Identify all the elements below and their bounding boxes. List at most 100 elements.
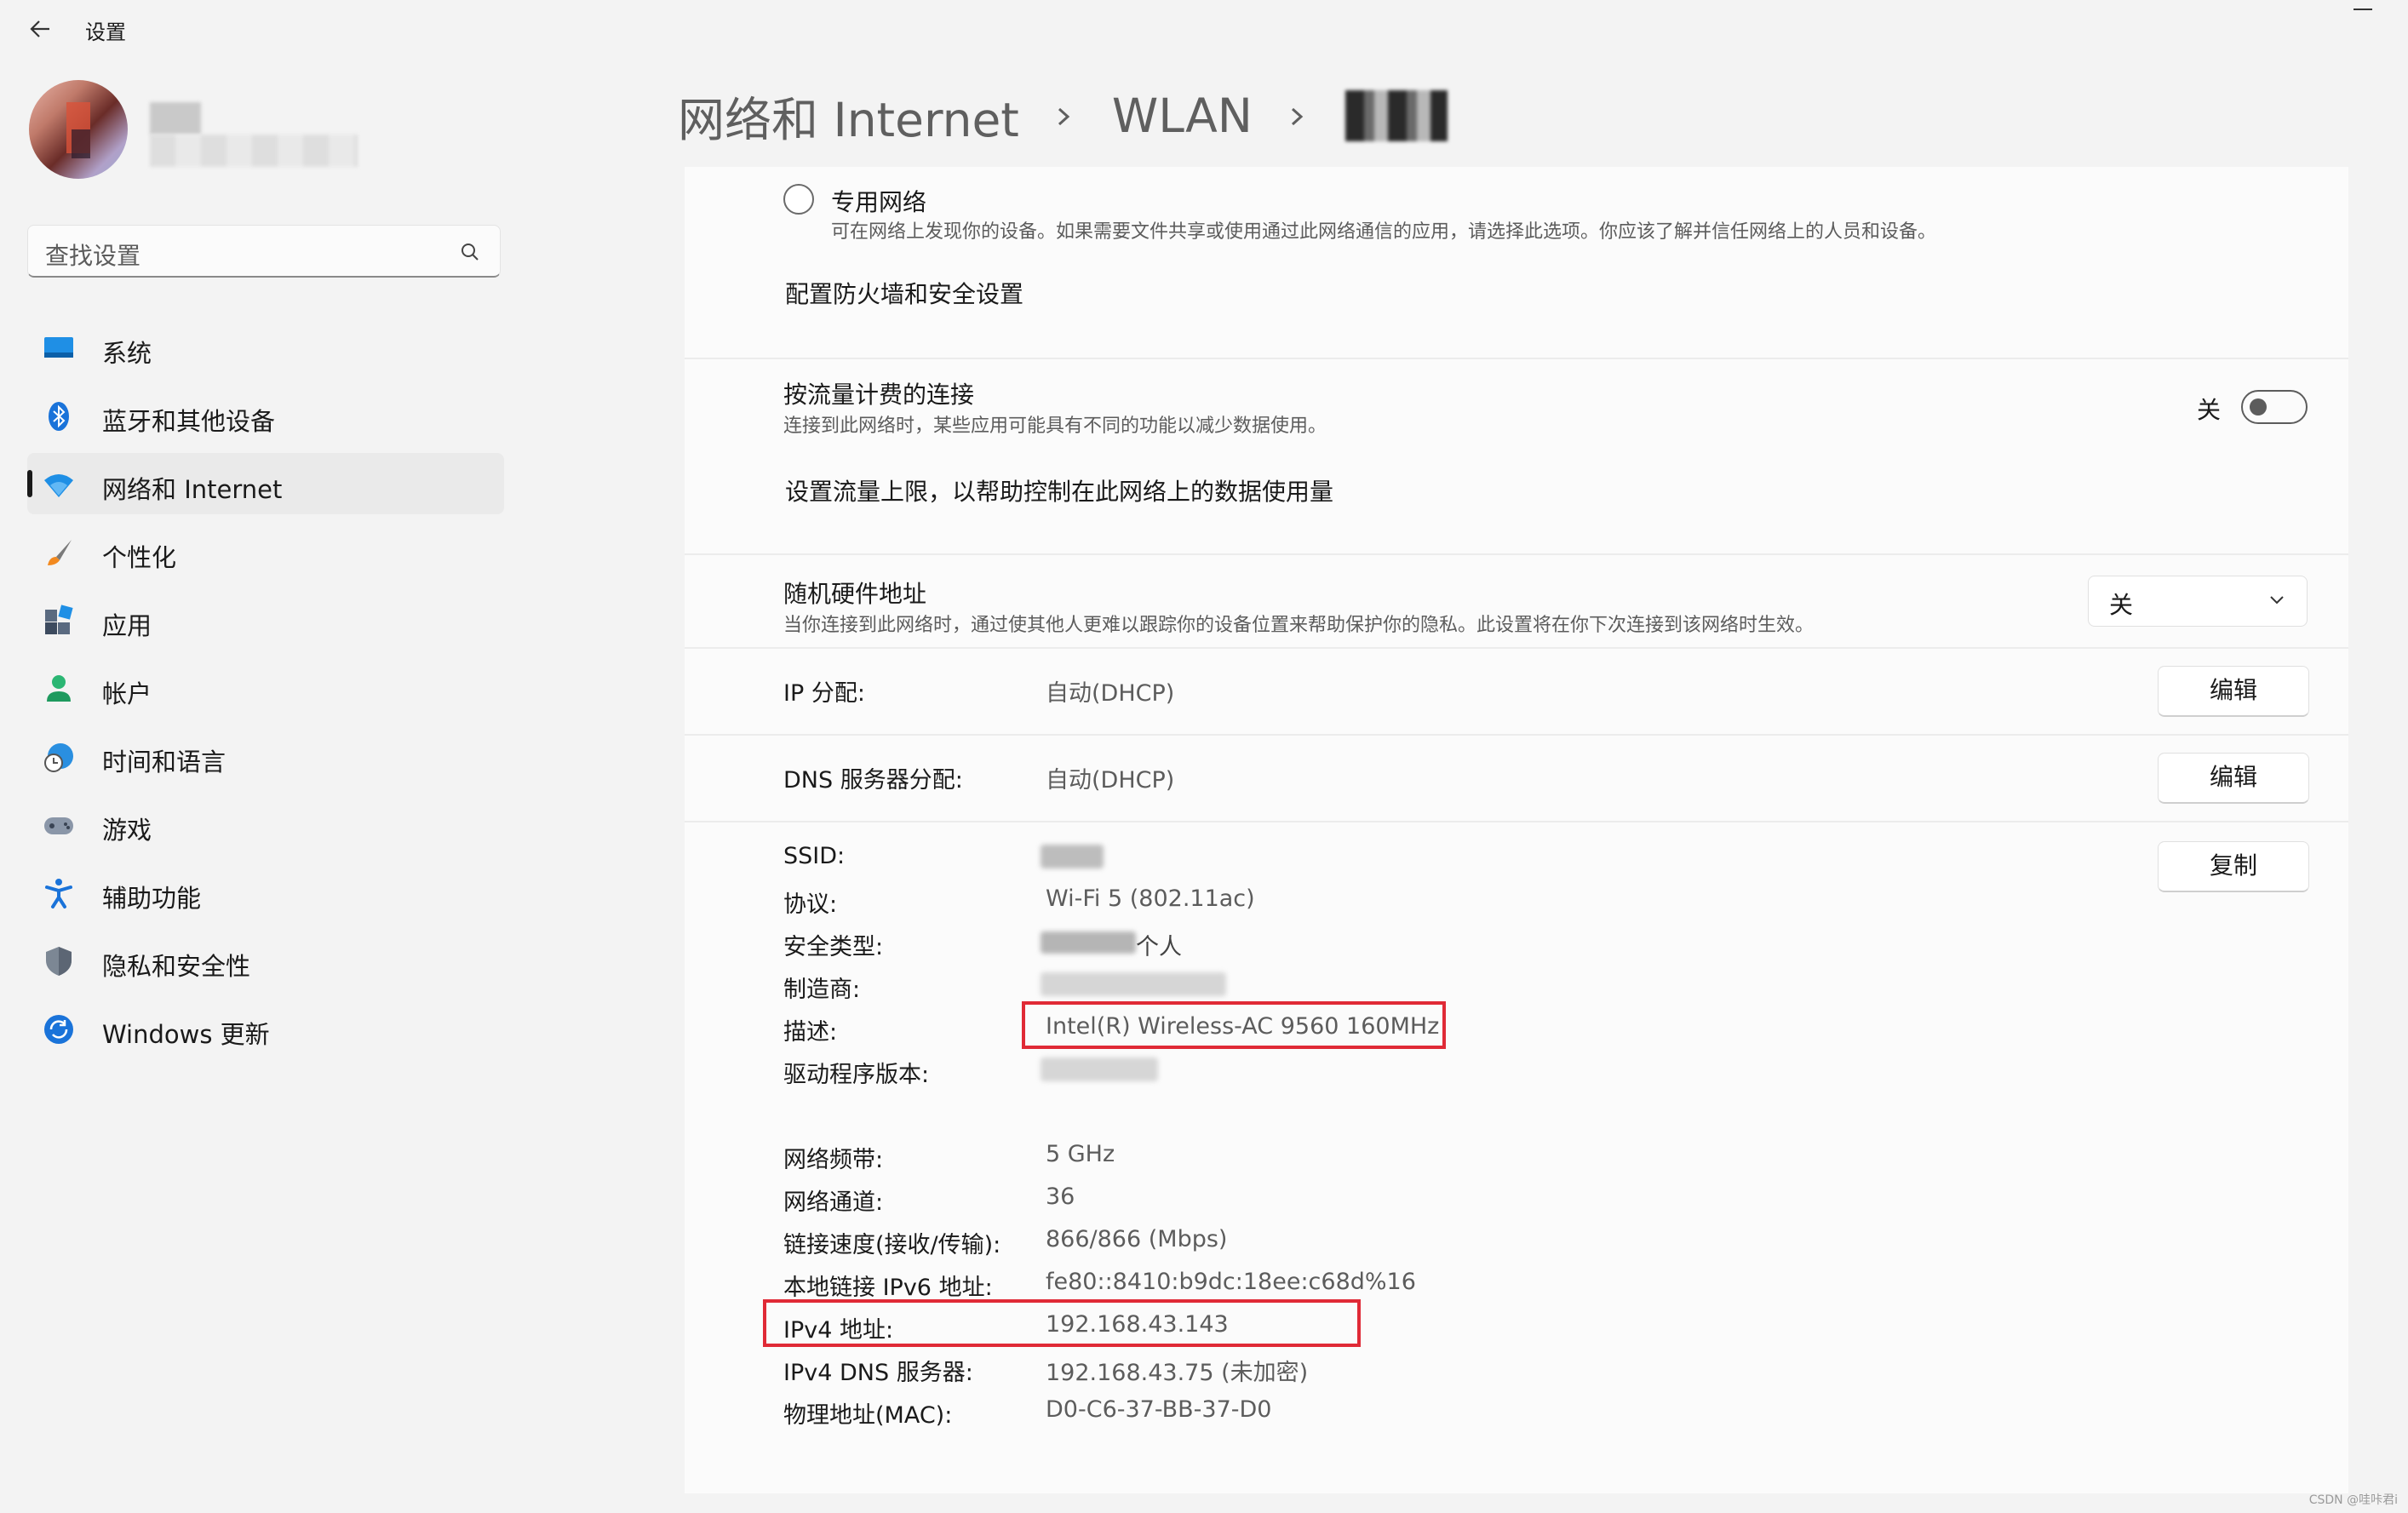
brush-icon xyxy=(48,540,72,565)
sidebar-item-network[interactable]: 网络和 Internet xyxy=(27,453,504,514)
avatar[interactable] xyxy=(29,80,128,179)
private-network-title: 专用网络 xyxy=(831,188,927,216)
link-speed-label: 链接速度(接收/传输): xyxy=(783,1232,1001,1258)
manufacturer-label: 制造商: xyxy=(783,977,861,1003)
sidebar-item-label: Windows 更新 xyxy=(102,1020,270,1049)
security-value-suffix: 个人 xyxy=(1136,934,1182,960)
metered-toggle-state: 关 xyxy=(2197,396,2222,424)
ipv4-dns-value: 192.168.43.75 (未加密) xyxy=(1046,1360,1309,1386)
ssid-value-redacted xyxy=(1041,845,1104,868)
metered-desc: 连接到此网络时，某些应用可能具有不同的功能以减少数据使用。 xyxy=(783,416,1327,437)
private-network-radio[interactable] xyxy=(783,184,814,215)
band-value: 5 GHz xyxy=(1046,1141,1115,1167)
random-mac-desc: 当你连接到此网络时，通过使其他人更难以跟踪你的设备位置来帮助保护你的隐私。此设置… xyxy=(783,615,1815,636)
sidebar-item-gaming[interactable]: 游戏 xyxy=(27,794,504,855)
search-icon xyxy=(462,244,479,261)
user-email-redacted xyxy=(150,135,358,167)
dns-assignment-card: DNS 服务器分配: 自动(DHCP) 编辑 xyxy=(685,736,2348,821)
ipv6-value: fe80::8410:b9dc:18ee:c68d%16 xyxy=(1046,1269,1416,1295)
copy-button[interactable]: 复制 xyxy=(2158,841,2309,892)
chevron-right-icon xyxy=(1267,99,1330,133)
ipv6-label: 本地链接 IPv6 地址: xyxy=(783,1275,993,1301)
ip-assignment-card: IP 分配: 自动(DHCP) 编辑 xyxy=(685,649,2348,734)
mac-value: D0-C6-37-BB-37-D0 xyxy=(1046,1396,1272,1423)
back-arrow-icon xyxy=(30,20,49,37)
channel-value: 36 xyxy=(1046,1183,1075,1210)
channel-label: 网络通道: xyxy=(783,1189,884,1216)
network-profile-card: 专用网络 可在网络上发现你的设备。如果需要文件共享或使用通过此网络通信的应用，请… xyxy=(685,167,2348,358)
driver-version-redacted xyxy=(1041,1057,1158,1081)
app-title: 设置 xyxy=(85,20,126,44)
minimize-button[interactable] xyxy=(2354,9,2374,12)
protocol-value: Wi-Fi 5 (802.11ac) xyxy=(1046,885,1255,912)
security-label: 安全类型: xyxy=(783,934,884,960)
sidebar-item-label: 辅助功能 xyxy=(102,884,202,913)
sidebar-item-label: 个性化 xyxy=(102,543,177,572)
sidebar-item-accounts[interactable]: 帐户 xyxy=(27,657,504,719)
system-icon xyxy=(44,337,73,358)
metered-title: 按流量计费的连接 xyxy=(783,381,975,409)
network-properties-panel: 专用网络 可在网络上发现你的设备。如果需要文件共享或使用通过此网络通信的应用，请… xyxy=(685,167,2348,1493)
sidebar-item-privacy[interactable]: 隐私和安全性 xyxy=(27,930,504,991)
ipv4-highlight-box xyxy=(763,1299,1361,1347)
random-mac-dropdown-value: 关 xyxy=(2109,591,2134,619)
shield-icon xyxy=(46,947,72,976)
private-network-desc: 可在网络上发现你的设备。如果需要文件共享或使用通过此网络通信的应用，请选择此选项… xyxy=(831,221,1937,243)
gamepad-icon xyxy=(44,817,73,834)
sidebar-item-label: 应用 xyxy=(102,611,152,640)
sidebar-item-label: 系统 xyxy=(102,339,152,368)
sidebar-item-bluetooth[interactable]: 蓝牙和其他设备 xyxy=(27,385,504,446)
search-input[interactable]: 查找设置 xyxy=(27,225,501,278)
sidebar-item-time-language[interactable]: 时间和语言 xyxy=(27,725,504,787)
apps-icon xyxy=(45,605,73,634)
breadcrumb: 网络和 Internet WLAN xyxy=(678,82,1448,147)
search-placeholder: 查找设置 xyxy=(45,242,141,270)
breadcrumb-network-name-redacted xyxy=(1344,90,1448,141)
dns-assignment-label: DNS 服务器分配: xyxy=(783,767,963,794)
band-label: 网络频带: xyxy=(783,1147,884,1173)
sidebar-item-label: 游戏 xyxy=(102,816,152,845)
ip-assignment-value: 自动(DHCP) xyxy=(1046,680,1175,707)
sidebar-item-label: 网络和 Internet xyxy=(102,475,283,504)
description-label: 描述: xyxy=(783,1019,838,1046)
sidebar-item-windows-update[interactable]: Windows 更新 xyxy=(27,998,504,1059)
account-icon xyxy=(47,675,71,702)
sidebar-item-label: 隐私和安全性 xyxy=(102,952,251,981)
accessibility-icon xyxy=(45,879,72,908)
random-mac-card: 随机硬件地址 当你连接到此网络时，通过使其他人更难以跟踪你的设备位置来帮助保护你… xyxy=(685,555,2348,647)
chevron-down-icon xyxy=(2270,596,2284,605)
random-mac-dropdown[interactable]: 关 xyxy=(2088,576,2308,627)
edit-dns-button[interactable]: 编辑 xyxy=(2158,753,2309,804)
clock-globe-icon xyxy=(44,743,73,772)
sidebar-item-label: 帐户 xyxy=(102,679,152,708)
metered-connection-card: 按流量计费的连接 连接到此网络时，某些应用可能具有不同的功能以减少数据使用。 关… xyxy=(685,359,2348,553)
driver-version-label: 驱动程序版本: xyxy=(783,1062,930,1088)
dns-assignment-value: 自动(DHCP) xyxy=(1046,767,1175,794)
breadcrumb-wlan-link[interactable]: WLAN xyxy=(1112,89,1253,143)
back-button[interactable] xyxy=(24,12,58,46)
bluetooth-icon xyxy=(49,402,69,431)
sidebar-item-accessibility[interactable]: 辅助功能 xyxy=(27,862,504,923)
random-mac-title: 随机硬件地址 xyxy=(783,580,927,608)
sidebar-item-label: 蓝牙和其他设备 xyxy=(102,407,276,436)
metered-toggle[interactable] xyxy=(2241,390,2308,424)
link-speed-value: 866/866 (Mbps) xyxy=(1046,1226,1228,1252)
chevron-right-icon xyxy=(1034,99,1097,133)
properties-card: 复制 SSID: 协议: Wi-Fi 5 (802.11ac) 安全类型: 个人… xyxy=(685,822,2348,1493)
ssid-label: SSID: xyxy=(783,843,846,869)
user-name-redacted xyxy=(150,102,201,135)
sidebar-item-system[interactable]: 系统 xyxy=(27,317,504,378)
sidebar-item-apps[interactable]: 应用 xyxy=(27,589,504,650)
breadcrumb-network-link[interactable]: 网络和 Internet xyxy=(678,82,1019,150)
security-value-redacted xyxy=(1041,931,1136,954)
data-limit-link[interactable]: 设置流量上限，以帮助控制在此网络上的数据使用量 xyxy=(785,473,1333,507)
wifi-icon xyxy=(44,474,73,497)
protocol-label: 协议: xyxy=(783,891,838,918)
description-highlight-box xyxy=(1022,1001,1446,1049)
edit-ip-button[interactable]: 编辑 xyxy=(2158,666,2309,717)
watermark: CSDN @哇咔君i xyxy=(2308,1493,2398,1507)
sidebar-item-personalization[interactable]: 个性化 xyxy=(27,521,504,582)
ipv4-dns-label: IPv4 DNS 服务器: xyxy=(783,1360,973,1386)
manufacturer-value-redacted xyxy=(1041,972,1226,996)
firewall-settings-link[interactable]: 配置防火墙和安全设置 xyxy=(785,276,1023,310)
